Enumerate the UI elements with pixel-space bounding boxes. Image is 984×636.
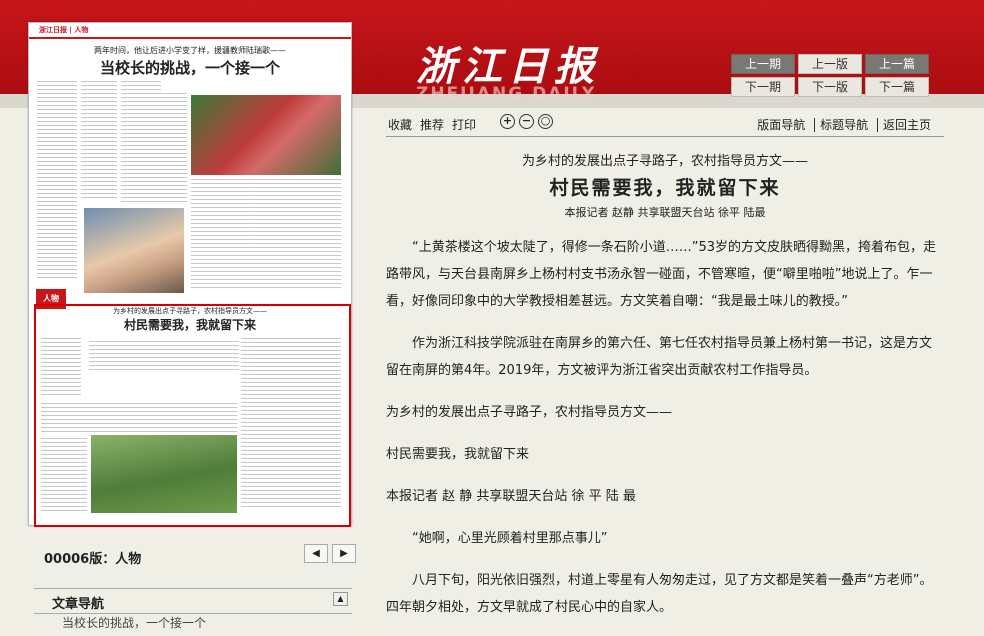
page-pager: ◀ ▶: [304, 544, 360, 563]
zoom-out-icon[interactable]: −: [519, 114, 534, 129]
layout-nav-link[interactable]: 版面导航: [752, 118, 810, 132]
students-photo: [191, 95, 341, 175]
text-column: [121, 81, 161, 91]
next-issue-button[interactable]: 下一期: [731, 77, 795, 97]
title-nav-link[interactable]: 标题导航: [814, 118, 874, 132]
home-link[interactable]: 返回主页: [876, 118, 936, 132]
next-page-arrow-icon[interactable]: ▶: [332, 544, 356, 563]
article: 为乡村的发展出点子寻路子，农村指导员方文—— 村民需要我，我就留下来 本报记者 …: [386, 146, 944, 636]
text-column: [41, 438, 87, 513]
newspaper-page-thumbnail[interactable]: 浙江日报 | 人物 两年时间，他让后进小学变了样，援疆教师陆瑞歌—— 当校长的挑…: [28, 22, 352, 527]
edition-label: 00006版：人物: [44, 552, 142, 567]
prev-issue-button[interactable]: 上一期: [731, 54, 795, 74]
prev-article-button[interactable]: 上一篇: [865, 54, 929, 74]
article-title: 村民需要我，我就留下来: [549, 177, 781, 199]
article-paragraph: 作为浙江科技学院派驻在南屏乡的第六任、第七任农村指导员兼上杨村第一书记，这是方文…: [386, 336, 933, 378]
article-paragraph: “上黄茶楼这个坡太陡了，得修一条石阶小道……”53岁的方文皮肤晒得黝黑，挎着布包…: [386, 240, 937, 309]
thumbnail-article-kicker: 为乡村的发展出点子寻路子，农村指导员方文——: [113, 307, 267, 315]
right-navigation: 版面导航 标题导航 返回主页: [752, 116, 936, 133]
newspaper-page-header: 浙江日报 | 人物: [29, 23, 351, 39]
next-article-button[interactable]: 下一篇: [865, 77, 929, 97]
article-toolbar: 收藏 推荐 打印 + − ○ 版面导航 标题导航 返回主页: [386, 112, 944, 137]
article-nav-item[interactable]: 当校长的挑战，一个接一个: [62, 614, 206, 631]
farm-photo: [91, 435, 237, 513]
article-body: “上黄茶楼这个坡太陡了，得修一条石阶小道……”53岁的方文皮肤晒得黝黑，挎着布包…: [386, 234, 944, 621]
favorite-button[interactable]: 收藏: [388, 116, 412, 133]
prev-page-arrow-icon[interactable]: ◀: [304, 544, 328, 563]
thumbnail-top-kicker: 两年时间，他让后进小学变了样，援疆教师陆瑞歌——: [94, 46, 286, 55]
teacher-photo: [84, 208, 184, 293]
article-paragraph: 村民需要我，我就留下来: [386, 447, 530, 462]
thumbnail-article-headline[interactable]: 村民需要我，我就留下来: [29, 316, 351, 333]
article-nav-section: 文章导航 ▲: [34, 588, 352, 614]
article-paragraph: 八月下旬，阳光依旧强烈，村道上零星有人匆匆走过，见了方文都是笑着一叠声“方老师”…: [386, 573, 933, 615]
article-byline: 本报记者 赵静 共享联盟天台站 徐平 陆最: [564, 206, 766, 219]
text-column: [89, 341, 239, 371]
text-column: [37, 81, 77, 281]
next-page-button[interactable]: 下一版: [798, 77, 862, 97]
issue-navigation: 上一期 上一版 上一篇 下一期 下一版 下一篇: [731, 54, 929, 97]
article-paragraph: “她啊，心里光顾着村里那点事儿”: [412, 531, 608, 546]
newspaper-page-label: 浙江日报 | 人物: [39, 26, 89, 34]
zoom-in-icon[interactable]: +: [500, 114, 515, 129]
text-column: [121, 93, 187, 203]
text-column: [241, 338, 341, 508]
text-column: [41, 338, 81, 398]
text-column: [81, 81, 117, 201]
prev-page-button[interactable]: 上一版: [798, 54, 862, 74]
collapse-icon[interactable]: ▲: [333, 592, 348, 606]
zoom-reset-icon[interactable]: ○: [538, 114, 553, 129]
thumbnail-top-headline[interactable]: 当校长的挑战，一个接一个: [29, 57, 351, 78]
recommend-button[interactable]: 推荐: [420, 116, 444, 133]
text-column: [191, 179, 341, 289]
print-button[interactable]: 打印: [452, 116, 476, 133]
article-subtitle: 为乡村的发展出点子寻路子，农村指导员方文——: [521, 154, 808, 169]
text-column: [41, 403, 237, 433]
article-paragraph: 本报记者 赵 静 共享联盟天台站 徐 平 陆 最: [386, 489, 636, 504]
article-nav-title: 文章导航: [52, 597, 105, 612]
logo-english: ZHEJIANG DAILY: [416, 84, 597, 104]
article-paragraph: 为乡村的发展出点子寻路子，农村指导员方文——: [386, 405, 673, 420]
